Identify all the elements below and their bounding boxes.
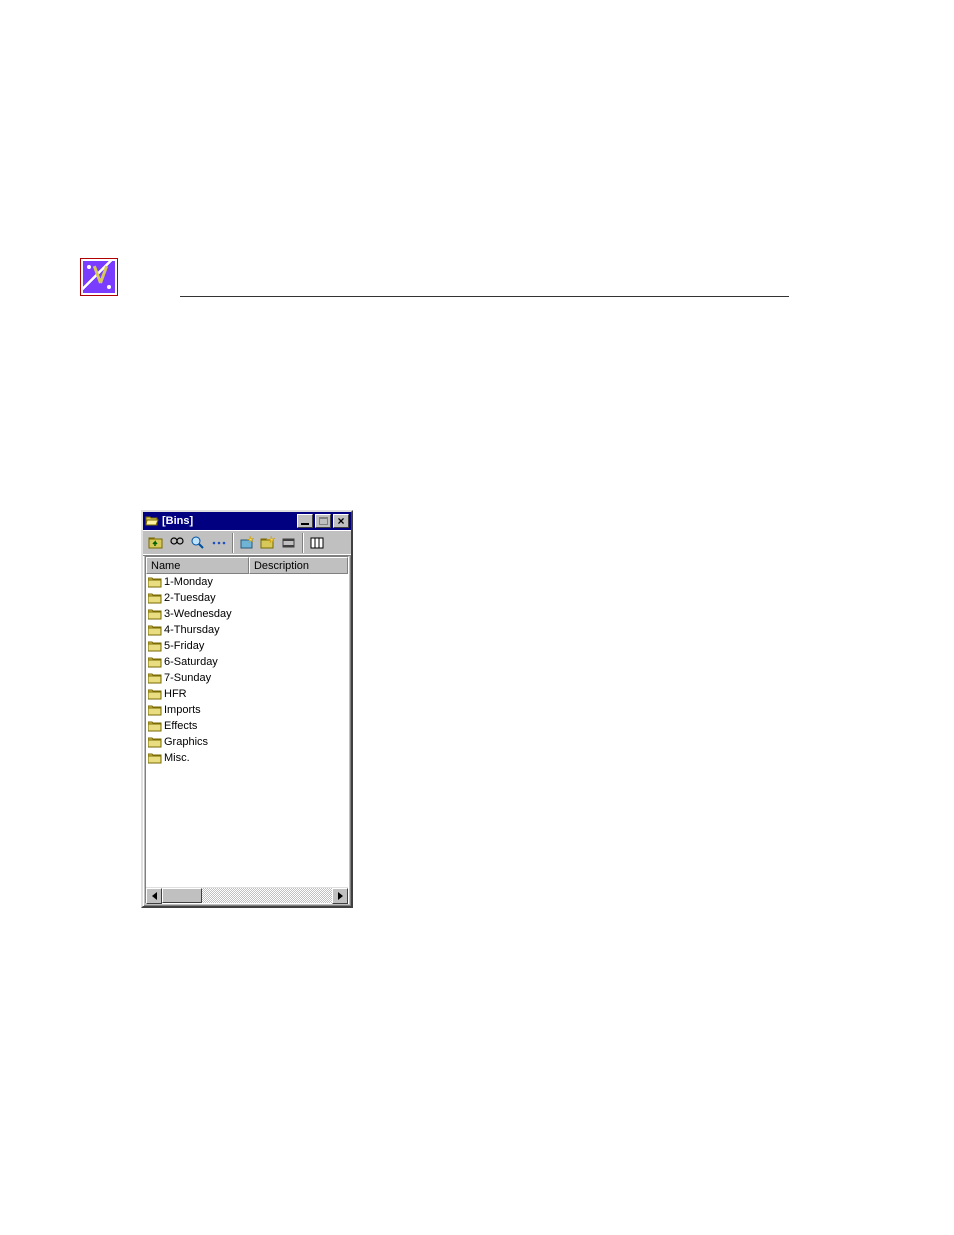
toolbar bbox=[143, 530, 351, 556]
listview-header: Name Description bbox=[146, 557, 348, 574]
new-folder-icon bbox=[260, 535, 276, 551]
up-folder-icon bbox=[148, 535, 164, 551]
folder-icon bbox=[148, 624, 162, 636]
list-item-label: Graphics bbox=[164, 736, 208, 748]
titlebar[interactable]: [Bins] × bbox=[143, 512, 351, 530]
folder-icon bbox=[148, 704, 162, 716]
folder-icon bbox=[148, 736, 162, 748]
list-item-label: HFR bbox=[164, 688, 187, 700]
folder-icon bbox=[148, 592, 162, 604]
scroll-track[interactable] bbox=[162, 888, 332, 903]
list-item[interactable]: Graphics bbox=[146, 734, 348, 750]
explore-icon bbox=[190, 535, 206, 551]
list-item-label: 3-Wednesday bbox=[164, 608, 232, 620]
list-item-label: Effects bbox=[164, 720, 197, 732]
folder-icon bbox=[148, 608, 162, 620]
list-item[interactable]: Effects bbox=[146, 718, 348, 734]
new-bin-icon bbox=[239, 535, 255, 551]
minimize-button[interactable] bbox=[297, 514, 313, 528]
toolbar-separator bbox=[232, 533, 234, 553]
list-item-label: 7-Sunday bbox=[164, 672, 211, 684]
folder-icon bbox=[148, 672, 162, 684]
rename-icon bbox=[211, 535, 227, 551]
list-item[interactable]: 5-Friday bbox=[146, 638, 348, 654]
list-item-label: 5-Friday bbox=[164, 640, 204, 652]
window-title: [Bins] bbox=[162, 515, 295, 527]
column-header-label: Description bbox=[254, 560, 309, 572]
page-divider bbox=[180, 296, 789, 297]
folder-icon bbox=[148, 576, 162, 588]
columns-icon bbox=[309, 535, 325, 551]
list-item[interactable]: 1-Monday bbox=[146, 574, 348, 590]
list-item[interactable]: 2-Tuesday bbox=[146, 590, 348, 606]
folder-icon bbox=[148, 720, 162, 732]
list-item-label: Imports bbox=[164, 704, 201, 716]
list-item[interactable]: 7-Sunday bbox=[146, 670, 348, 686]
page-film-scissors-icon bbox=[80, 258, 118, 296]
columns-button[interactable] bbox=[307, 533, 327, 553]
rename-button[interactable] bbox=[209, 533, 229, 553]
column-header-description[interactable]: Description bbox=[249, 557, 348, 574]
list-item[interactable]: HFR bbox=[146, 686, 348, 702]
list-item-label: Misc. bbox=[164, 752, 190, 764]
column-header-name[interactable]: Name bbox=[146, 557, 249, 574]
scroll-right-button[interactable] bbox=[332, 888, 348, 904]
bins-listview: Name Description 1-Monday 2-Tuesday 3-Wedn… bbox=[145, 556, 349, 904]
find-button[interactable] bbox=[167, 533, 187, 553]
new-sequence-icon bbox=[281, 535, 297, 551]
explore-button[interactable] bbox=[188, 533, 208, 553]
find-icon bbox=[169, 535, 185, 551]
listview-body[interactable]: 1-Monday 2-Tuesday 3-Wednesday 4-Thursday 5-… bbox=[146, 574, 348, 887]
window-folder-open-icon bbox=[145, 514, 159, 528]
up-folder-button[interactable] bbox=[146, 533, 166, 553]
horizontal-scrollbar[interactable] bbox=[146, 887, 348, 903]
folder-icon bbox=[148, 656, 162, 668]
column-header-label: Name bbox=[151, 560, 180, 572]
list-item[interactable]: 4-Thursday bbox=[146, 622, 348, 638]
new-sequence-button[interactable] bbox=[279, 533, 299, 553]
list-item-label: 1-Monday bbox=[164, 576, 213, 588]
list-item[interactable]: Imports bbox=[146, 702, 348, 718]
list-item[interactable]: 6-Saturday bbox=[146, 654, 348, 670]
list-item[interactable]: 3-Wednesday bbox=[146, 606, 348, 622]
list-item[interactable]: Misc. bbox=[146, 750, 348, 766]
close-button[interactable]: × bbox=[333, 514, 349, 528]
folder-icon bbox=[148, 640, 162, 652]
maximize-button[interactable] bbox=[315, 514, 331, 528]
new-folder-button[interactable] bbox=[258, 533, 278, 553]
list-item-label: 2-Tuesday bbox=[164, 592, 216, 604]
folder-icon bbox=[148, 688, 162, 700]
list-item-label: 6-Saturday bbox=[164, 656, 218, 668]
folder-icon bbox=[148, 752, 162, 764]
scroll-thumb[interactable] bbox=[162, 888, 202, 903]
bins-window: [Bins] × bbox=[141, 510, 353, 908]
toolbar-separator bbox=[302, 533, 304, 553]
scroll-left-button[interactable] bbox=[146, 888, 162, 904]
list-item-label: 4-Thursday bbox=[164, 624, 220, 636]
new-bin-button[interactable] bbox=[237, 533, 257, 553]
